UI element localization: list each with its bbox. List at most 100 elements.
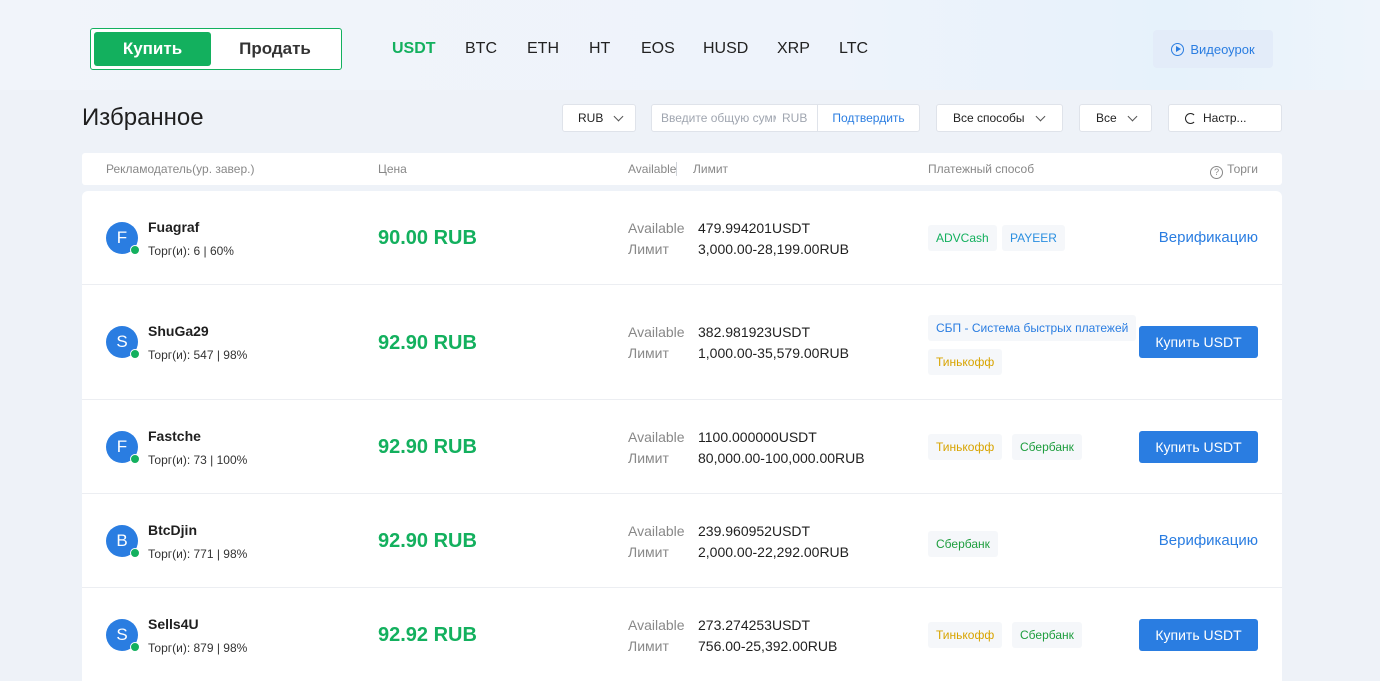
amount-input[interactable] bbox=[652, 105, 776, 131]
payment-method-select[interactable]: Все способы bbox=[936, 104, 1063, 132]
available-value: 382.981923USDT bbox=[698, 324, 811, 340]
advertiser-name[interactable]: ShuGa29 bbox=[148, 323, 209, 339]
online-status-dot bbox=[130, 454, 140, 464]
available-value: 1100.000000USDT bbox=[698, 429, 817, 445]
coin-tab-eth[interactable]: ETH bbox=[527, 38, 559, 60]
coin-tab-ltc[interactable]: LTC bbox=[839, 38, 868, 60]
avatar-letter: S bbox=[116, 625, 128, 644]
payment-tag-sbp: СБП - Система быстрых платежей bbox=[928, 315, 1137, 341]
table-row: S Sells4U Торг(и): 879 | 98% 92.92 RUB A… bbox=[82, 588, 1282, 681]
offer-price: 92.90 RUB bbox=[378, 530, 477, 552]
online-status-dot bbox=[130, 548, 140, 558]
col-trade: ? Торги bbox=[1210, 162, 1258, 179]
avatar[interactable]: B bbox=[106, 525, 140, 558]
verification-link[interactable]: Верификацию bbox=[1159, 229, 1258, 246]
col-payment: Платежный способ bbox=[928, 162, 1035, 176]
offers-list: F Fuagraf Торг(и): 6 | 60% 90.00 RUB Ava… bbox=[82, 191, 1282, 681]
confirm-button[interactable]: Подтвердить bbox=[817, 105, 919, 131]
offer-price: 92.92 RUB bbox=[378, 624, 477, 646]
col-available: Available bbox=[628, 162, 677, 176]
column-divider bbox=[676, 162, 677, 176]
avatar[interactable]: S bbox=[106, 326, 140, 359]
avatar[interactable]: S bbox=[106, 619, 140, 652]
payment-tag-tinkoff: Тинькофф bbox=[928, 349, 1003, 375]
table-row: S ShuGa29 Торг(и): 547 | 98% 92.90 RUB A… bbox=[82, 285, 1282, 400]
coin-tab-usdt[interactable]: USDT bbox=[392, 38, 436, 60]
limit-value: 756.00-25,392.00RUB bbox=[698, 638, 838, 654]
page-title: Избранное bbox=[82, 104, 204, 131]
offer-price: 92.90 RUB bbox=[378, 332, 477, 354]
video-tutorial-button[interactable]: Видеоурок bbox=[1153, 30, 1273, 68]
payment-tag-tinkoff: Тинькофф bbox=[928, 434, 1003, 460]
question-icon[interactable]: ? bbox=[1210, 166, 1224, 179]
chevron-down-icon bbox=[613, 111, 624, 121]
available-label: Available bbox=[628, 429, 685, 445]
table-row: F Fuagraf Торг(и): 6 | 60% 90.00 RUB Ava… bbox=[82, 191, 1282, 285]
currency-select[interactable]: RUB bbox=[562, 104, 636, 132]
amount-filter: RUB Подтвердить bbox=[651, 104, 920, 132]
advertiser-stats: Торг(и): 6 | 60% bbox=[148, 244, 234, 258]
video-tutorial-label: Видеоурок bbox=[1190, 41, 1255, 57]
payment-tag-tinkoff: Тинькофф bbox=[928, 622, 1003, 648]
online-status-dot bbox=[130, 245, 140, 255]
settings-button[interactable]: Настр... bbox=[1168, 104, 1282, 132]
verification-link[interactable]: Верификацию bbox=[1159, 532, 1258, 549]
region-select[interactable]: Все bbox=[1079, 104, 1152, 132]
avatar-letter: B bbox=[116, 531, 128, 550]
play-icon bbox=[1171, 42, 1185, 56]
buy-tab[interactable]: Купить bbox=[94, 32, 211, 66]
coin-tab-husd[interactable]: HUSD bbox=[703, 38, 748, 60]
buy-usdt-button[interactable]: Купить USDT bbox=[1139, 326, 1258, 358]
col-advertiser: Рекламодатель(ур. завер.) bbox=[106, 162, 255, 176]
limit-label: Лимит bbox=[628, 638, 669, 654]
avatar-letter: F bbox=[116, 228, 128, 247]
available-label: Available bbox=[628, 523, 685, 539]
advertiser-stats: Торг(и): 73 | 100% bbox=[148, 453, 248, 467]
payment-tag-payeer: PAYEER bbox=[1002, 225, 1065, 251]
advertiser-name[interactable]: Fuagraf bbox=[148, 219, 199, 235]
chevron-down-icon bbox=[1127, 111, 1138, 121]
buy-usdt-button[interactable]: Купить USDT bbox=[1139, 619, 1258, 651]
payment-tag-sberbank: Сбербанк bbox=[928, 531, 998, 557]
available-value: 479.994201USDT bbox=[698, 220, 811, 236]
advertiser-stats: Торг(и): 879 | 98% bbox=[148, 641, 248, 655]
avatar[interactable]: F bbox=[106, 222, 140, 255]
payment-tag-sberbank: Сбербанк bbox=[1012, 434, 1082, 460]
advertiser-name[interactable]: Fastche bbox=[148, 428, 201, 444]
avatar[interactable]: F bbox=[106, 431, 140, 464]
settings-label: Настр... bbox=[1203, 111, 1247, 125]
table-row: B BtcDjin Торг(и): 771 | 98% 92.90 RUB A… bbox=[82, 494, 1282, 588]
table-header: Рекламодатель(ур. завер.) Цена Available… bbox=[82, 153, 1282, 185]
limit-label: Лимит bbox=[628, 241, 669, 257]
coin-tab-btc[interactable]: BTC bbox=[465, 38, 497, 60]
advertiser-name[interactable]: BtcDjin bbox=[148, 522, 197, 538]
buy-usdt-button[interactable]: Купить USDT bbox=[1139, 431, 1258, 463]
online-status-dot bbox=[130, 349, 140, 359]
available-label: Available bbox=[628, 220, 685, 236]
coin-tab-eos[interactable]: EOS bbox=[641, 38, 675, 60]
refresh-icon bbox=[1185, 112, 1196, 124]
offer-price: 90.00 RUB bbox=[378, 227, 477, 249]
col-price: Цена bbox=[378, 162, 407, 176]
limit-value: 80,000.00-100,000.00RUB bbox=[698, 450, 865, 466]
online-status-dot bbox=[130, 642, 140, 652]
available-label: Available bbox=[628, 324, 685, 340]
coin-tab-ht[interactable]: HT bbox=[589, 38, 610, 60]
available-value: 273.274253USDT bbox=[698, 617, 811, 633]
limit-label: Лимит bbox=[628, 544, 669, 560]
col-trade-label: Торги bbox=[1227, 162, 1258, 176]
sell-tab[interactable]: Продать bbox=[213, 32, 337, 66]
available-label: Available bbox=[628, 617, 685, 633]
limit-value: 3,000.00-28,199.00RUB bbox=[698, 241, 849, 257]
amount-unit: RUB bbox=[782, 111, 808, 125]
advertiser-name[interactable]: Sells4U bbox=[148, 616, 199, 632]
limit-label: Лимит bbox=[628, 345, 669, 361]
payment-tag-sberbank: Сбербанк bbox=[1012, 622, 1082, 648]
coin-tab-xrp[interactable]: XRP bbox=[777, 38, 810, 60]
payment-tag-advcash: ADVCash bbox=[928, 225, 997, 251]
advertiser-stats: Торг(и): 771 | 98% bbox=[148, 547, 248, 561]
limit-value: 1,000.00-35,579.00RUB bbox=[698, 345, 849, 361]
limit-label: Лимит bbox=[628, 450, 669, 466]
region-select-value: Все bbox=[1096, 111, 1117, 125]
offer-price: 92.90 RUB bbox=[378, 436, 477, 458]
